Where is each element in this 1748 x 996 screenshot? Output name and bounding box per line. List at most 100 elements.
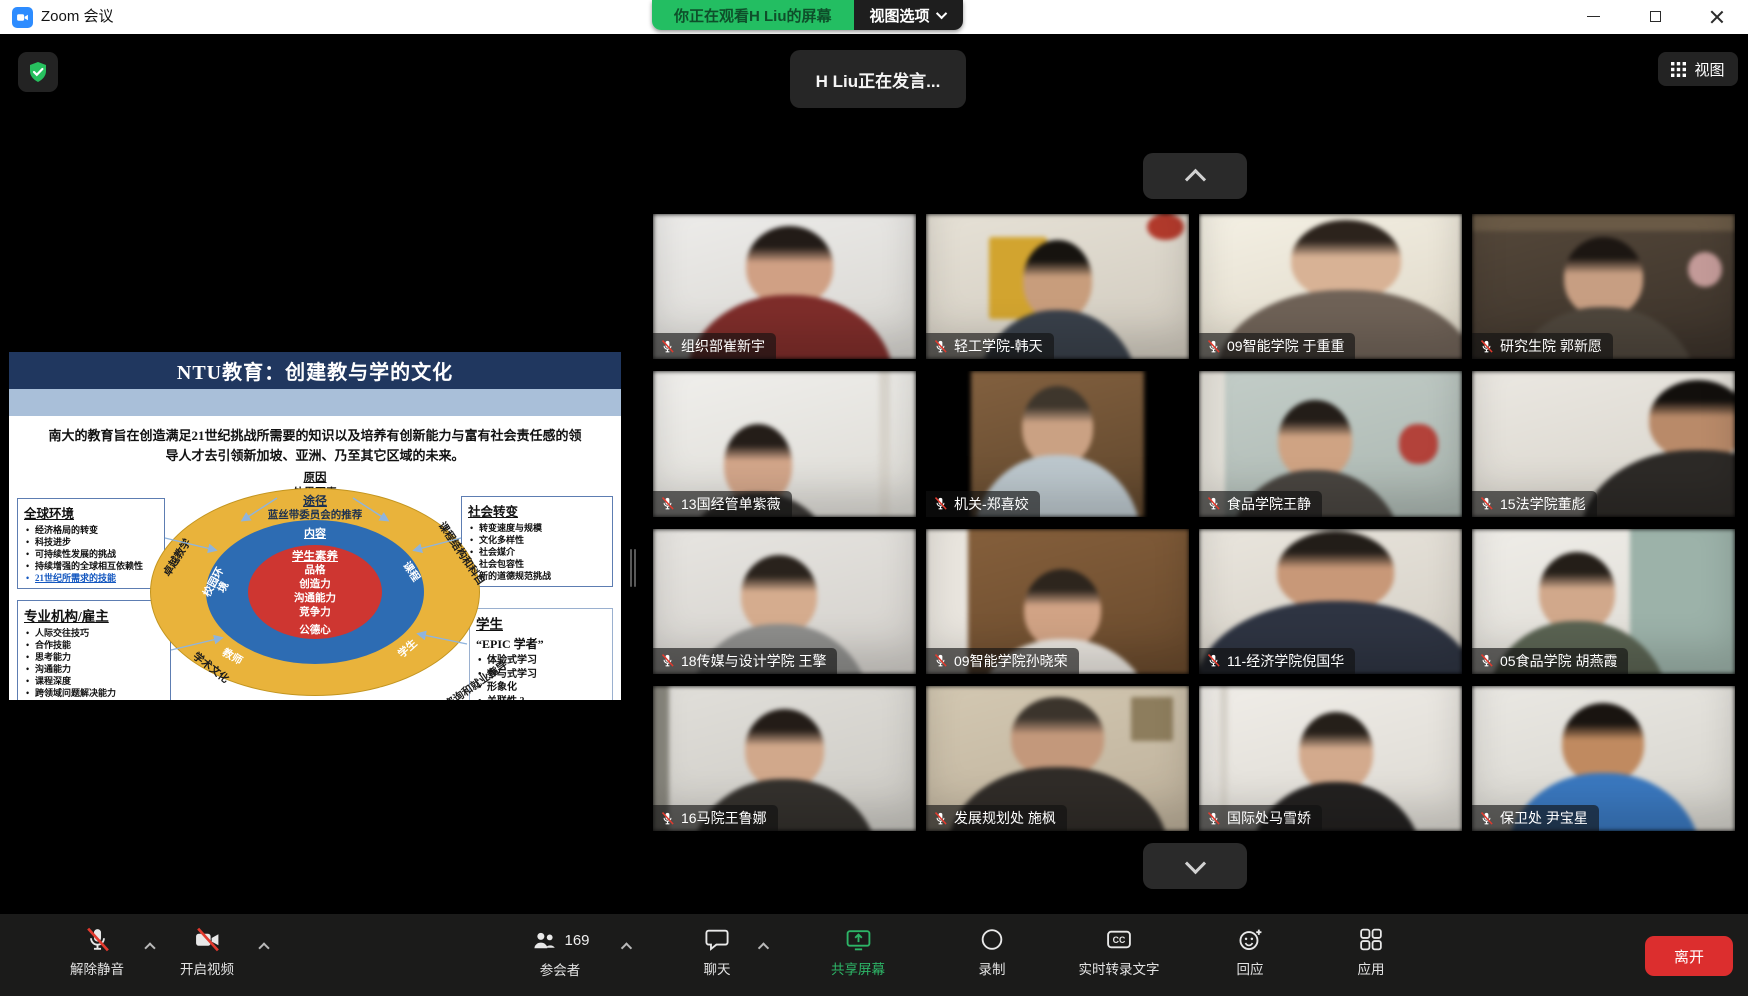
live-transcript-button[interactable]: CC 实时转录文字 bbox=[1079, 926, 1160, 978]
bullet-item: 人际交往技巧 bbox=[24, 627, 164, 639]
muted-mic-icon bbox=[1479, 339, 1494, 354]
muted-mic-icon bbox=[933, 496, 948, 511]
muted-mic-icon bbox=[1206, 653, 1221, 668]
participant-name: 11-经济学院倪国华 bbox=[1227, 651, 1344, 671]
video-tile[interactable]: 组织部崔新宇 bbox=[653, 214, 916, 359]
content-label: 内容 bbox=[150, 525, 480, 541]
video-tile[interactable]: 15法学院董彪 bbox=[1472, 371, 1735, 516]
video-tile[interactable]: 18传媒与设计学院 王擎 bbox=[653, 529, 916, 674]
minimize-button[interactable] bbox=[1568, 0, 1618, 33]
scroll-videos-down-button[interactable] bbox=[1143, 843, 1247, 889]
core-item: 沟通能力 bbox=[150, 592, 480, 606]
core-item: 创造力 bbox=[150, 578, 480, 592]
participants-options-caret[interactable] bbox=[621, 942, 632, 953]
bullet-item: 关联性 ? bbox=[476, 695, 606, 701]
bullet-item: 经济格局的转变 bbox=[24, 524, 158, 536]
video-tile[interactable]: 09智能学院 于重重 bbox=[1199, 214, 1462, 359]
muted-mic-icon bbox=[660, 339, 675, 354]
participant-name-tag: 05食品学院 胡燕霞 bbox=[1472, 648, 1628, 674]
participant-name: 13国经管单紫薇 bbox=[681, 494, 781, 514]
slide-title: NTU教育：创建教与学的文化 bbox=[9, 352, 621, 389]
video-tile[interactable]: 食品学院王静 bbox=[1199, 371, 1462, 516]
maximize-icon bbox=[1650, 11, 1661, 22]
zoom-logo-icon bbox=[12, 7, 33, 28]
core-title: 学生素养 bbox=[150, 548, 480, 564]
chevron-down-icon bbox=[935, 8, 946, 19]
participants-count: 169 bbox=[564, 932, 589, 949]
video-off-icon bbox=[194, 926, 221, 953]
box-title: 学生 bbox=[476, 613, 606, 633]
employer-box: 专业机构/雇主 人际交往技巧合作技能思考能力沟通能力课程深度跨领域问题解决能力专… bbox=[17, 600, 171, 700]
video-tile[interactable]: 国际处马雪娇 bbox=[1199, 686, 1462, 831]
bullet-item: 形象化 bbox=[476, 681, 606, 695]
reactions-button[interactable]: 回应 bbox=[1237, 926, 1264, 978]
slide-cause-label: 原因 bbox=[9, 469, 621, 485]
viewing-status-text: 你正在观看H Liu的屏幕 bbox=[652, 0, 854, 30]
muted-mic-icon bbox=[660, 496, 675, 511]
scroll-videos-up-button[interactable] bbox=[1143, 153, 1247, 199]
shield-check-icon bbox=[26, 60, 50, 84]
muted-mic-icon bbox=[84, 926, 111, 953]
meeting-stage: H Liu正在发言... 视图 NTU教育：创建教与学的文化 南大的教育旨在创造… bbox=[0, 34, 1748, 914]
participants-button[interactable]: 169 参会者 bbox=[530, 926, 589, 979]
participant-name-tag: 18传媒与设计学院 王擎 bbox=[653, 648, 837, 674]
video-tile[interactable]: 发展规划处 施枫 bbox=[926, 686, 1189, 831]
record-button[interactable]: 录制 bbox=[979, 926, 1006, 978]
participant-name-tag: 国际处马雪娇 bbox=[1199, 805, 1322, 831]
video-tile[interactable]: 机关-郑喜姣 bbox=[926, 371, 1189, 516]
bullet-item: 课程深度 bbox=[24, 675, 164, 687]
video-tile[interactable]: 09智能学院孙晓荣 bbox=[926, 529, 1189, 674]
view-button-label: 视图 bbox=[1694, 59, 1724, 80]
start-video-button[interactable]: 开启视频 bbox=[180, 926, 234, 978]
video-tile[interactable]: 轻工学院-韩天 bbox=[926, 214, 1189, 359]
muted-mic-icon bbox=[660, 811, 675, 826]
muted-mic-icon bbox=[933, 653, 948, 668]
share-screen-button[interactable]: 共享屏幕 bbox=[831, 926, 885, 978]
bullet-item: 社会包容性 bbox=[468, 558, 606, 570]
mic-options-caret[interactable] bbox=[144, 942, 155, 953]
bullet-item: 持续增强的全球相互依赖性 bbox=[24, 560, 158, 572]
muted-mic-icon bbox=[1206, 496, 1221, 511]
video-tile[interactable]: 16马院王鲁娜 bbox=[653, 686, 916, 831]
path-sublabel: 蓝丝带委员会的推荐 bbox=[150, 507, 480, 522]
svg-text:CC: CC bbox=[1113, 935, 1126, 945]
core-item: 品格 bbox=[150, 564, 480, 578]
chat-options-caret[interactable] bbox=[758, 942, 769, 953]
video-tile[interactable]: 05食品学院 胡燕霞 bbox=[1472, 529, 1735, 674]
close-button[interactable] bbox=[1692, 0, 1742, 33]
box-title: 全球环境 bbox=[24, 503, 158, 522]
bullet-item: 社会媒介 bbox=[468, 546, 606, 558]
record-label: 录制 bbox=[979, 958, 1006, 978]
view-layout-button[interactable]: 视图 bbox=[1658, 52, 1738, 86]
participant-name-tag: 15法学院董彪 bbox=[1472, 491, 1597, 517]
view-options-dropdown[interactable]: 视图选项 bbox=[854, 0, 963, 30]
participant-name-tag: 机关-郑喜姣 bbox=[926, 491, 1040, 517]
close-icon bbox=[1710, 10, 1724, 24]
security-shield-button[interactable] bbox=[18, 52, 58, 92]
chat-icon bbox=[704, 926, 731, 953]
student-box: 学生 “EPIC 学者” 体验式学习参与式学习形象化关联性 ? bbox=[469, 608, 613, 700]
muted-mic-icon bbox=[1206, 811, 1221, 826]
video-tile[interactable]: 13国经管单紫薇 bbox=[653, 371, 916, 516]
video-tile[interactable]: 研究生院 郭新愿 bbox=[1472, 214, 1735, 359]
view-options-label: 视图选项 bbox=[870, 5, 930, 26]
participant-name-tag: 保卫处 尹宝星 bbox=[1472, 805, 1599, 831]
maximize-button[interactable] bbox=[1630, 0, 1680, 33]
video-tile[interactable]: 保卫处 尹宝星 bbox=[1472, 686, 1735, 831]
chat-label: 聊天 bbox=[704, 958, 731, 978]
video-tile[interactable]: 11-经济学院倪国华 bbox=[1199, 529, 1462, 674]
bullet-item: 思考能力 bbox=[24, 651, 164, 663]
meeting-toolbar: 解除静音 开启视频 169 参会者 聊天 bbox=[0, 914, 1748, 996]
bullet-item: 专业操守 bbox=[24, 699, 164, 700]
resize-handle[interactable] bbox=[630, 549, 638, 587]
unmute-button[interactable]: 解除静音 bbox=[70, 926, 124, 978]
leave-meeting-button[interactable]: 离开 bbox=[1645, 936, 1733, 976]
video-options-caret[interactable] bbox=[258, 942, 269, 953]
apps-button[interactable]: 应用 bbox=[1358, 926, 1385, 978]
presentation-slide: NTU教育：创建教与学的文化 南大的教育旨在创造满足21世纪挑战所需要的知识以及… bbox=[9, 352, 621, 700]
bullet-item: 科技进步 bbox=[24, 536, 158, 548]
chat-button[interactable]: 聊天 bbox=[704, 926, 731, 978]
participant-name: 轻工学院-韩天 bbox=[954, 336, 1043, 356]
participant-name: 09智能学院孙晓荣 bbox=[954, 651, 1068, 671]
reactions-label: 回应 bbox=[1237, 958, 1264, 978]
